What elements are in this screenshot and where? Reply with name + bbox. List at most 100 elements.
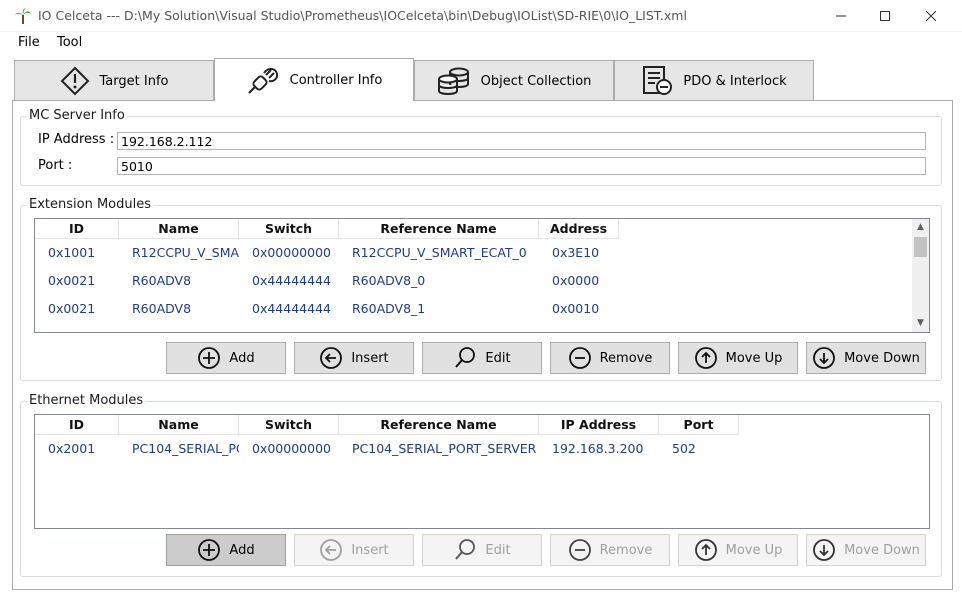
cell-switch: 0x00000000: [252, 245, 331, 260]
arrow-up-circle-icon: [694, 539, 717, 561]
arrow-left-circle-icon: [320, 539, 343, 561]
tab-pdo-interlock[interactable]: PDO & Interlock: [614, 60, 814, 101]
window-title: IO Celceta --- D:\My Solution\Visual Stu…: [38, 8, 687, 23]
button-label: Edit: [485, 350, 511, 366]
group-title: Extension Modules: [27, 197, 153, 212]
add-ethernet-button[interactable]: Add: [166, 534, 286, 566]
button-label: Move Down: [844, 350, 920, 366]
column-header[interactable]: ID: [35, 219, 119, 239]
arrow-down-circle-icon: [813, 539, 835, 561]
button-label: Remove: [599, 542, 653, 558]
button-label: Move Up: [725, 542, 783, 558]
column-header[interactable]: Reference Name: [339, 415, 539, 435]
button-label: Remove: [599, 350, 653, 366]
cell-switch: 0x44444444: [252, 301, 331, 316]
cell-reference-name: R60ADV8_1: [352, 301, 426, 316]
tab-label: Target Info: [99, 73, 169, 89]
move-up-ethernet-button[interactable]: Move Up: [678, 534, 798, 566]
insert-extension-button[interactable]: Insert: [294, 342, 414, 374]
cell-id: 0x2001: [48, 441, 96, 456]
close-button[interactable]: [908, 0, 954, 31]
plug-icon: [247, 68, 278, 94]
extension-modules-grid[interactable]: ID Name Switch Reference Name Address 0x…: [34, 218, 930, 333]
grid-header: ID Name Switch Reference Name IP Address…: [35, 415, 739, 435]
button-label: Add: [229, 542, 255, 558]
arrow-down-circle-icon: [813, 347, 835, 369]
cell-id: 0x1001: [48, 245, 96, 260]
tab-label: Object Collection: [480, 73, 592, 89]
column-header[interactable]: ID: [35, 415, 119, 435]
tab-label: Controller Info: [289, 72, 383, 88]
cell-name: R60ADV8: [132, 273, 192, 288]
maximize-icon: [880, 10, 890, 21]
tab-controller-info[interactable]: Controller Info: [214, 58, 414, 101]
button-label: Add: [229, 350, 255, 366]
minimize-icon: [836, 15, 846, 16]
ip-address-label: IP Address :: [38, 132, 115, 147]
remove-ethernet-button[interactable]: Remove: [550, 534, 670, 566]
remove-extension-button[interactable]: Remove: [550, 342, 670, 374]
insert-ethernet-button[interactable]: Insert: [294, 534, 414, 566]
column-header[interactable]: Reference Name: [339, 219, 539, 239]
warning-diamond-icon: [60, 66, 89, 96]
move-down-extension-button[interactable]: Move Down: [806, 342, 926, 374]
edit-extension-button[interactable]: Edit: [422, 342, 542, 374]
cell-id: 0x0021: [48, 301, 96, 316]
tab-target-info[interactable]: Target Info: [14, 60, 214, 101]
column-header[interactable]: Name: [119, 415, 239, 435]
column-header[interactable]: Address: [539, 219, 619, 239]
button-label: Insert: [351, 350, 389, 366]
button-label: Insert: [351, 542, 389, 558]
column-header[interactable]: IP Address: [539, 415, 659, 435]
vertical-scrollbar[interactable]: ▲ ▼: [912, 219, 929, 332]
menu-bar: File Tool: [0, 32, 962, 54]
port-label: Port :: [38, 158, 73, 173]
cell-reference-name: PC104_SERIAL_PORT_SERVER: [352, 441, 537, 456]
port-input[interactable]: [117, 157, 926, 175]
grid-header: ID Name Switch Reference Name Address: [35, 219, 619, 239]
ethernet-modules-grid[interactable]: ID Name Switch Reference Name IP Address…: [34, 414, 930, 529]
column-header[interactable]: Switch: [239, 219, 339, 239]
scroll-up-icon[interactable]: ▲: [912, 219, 929, 236]
cell-reference-name: R60ADV8_0: [352, 273, 426, 288]
extension-modules-group: Extension Modules ID Name Switch Referen…: [20, 197, 942, 381]
menu-file[interactable]: File: [18, 35, 40, 50]
button-label: Move Down: [844, 542, 920, 558]
cell-switch: 0x44444444: [252, 273, 331, 288]
button-label: Move Up: [725, 350, 783, 366]
maximize-button[interactable]: [862, 0, 908, 31]
column-header[interactable]: Port: [659, 415, 739, 435]
move-down-ethernet-button[interactable]: Move Down: [806, 534, 926, 566]
tab-label: PDO & Interlock: [683, 73, 787, 89]
edit-ethernet-button[interactable]: Edit: [422, 534, 542, 566]
mc-server-group: MC Server Info IP Address : Port :: [20, 108, 942, 186]
table-row[interactable]: 0x0021 R60ADV8 0x44444444 R60ADV8_1 0x00…: [35, 295, 619, 323]
column-header[interactable]: Name: [119, 219, 239, 239]
group-title: MC Server Info: [27, 108, 127, 123]
cell-address: 0x0000: [552, 273, 600, 288]
database-icon: [437, 67, 469, 95]
minus-circle-icon: [568, 347, 591, 369]
menu-tool[interactable]: Tool: [57, 35, 82, 50]
scroll-down-icon[interactable]: ▼: [912, 315, 929, 332]
cell-reference-name: R12CCPU_V_SMART_ECAT_0: [352, 245, 527, 260]
tab-object-collection[interactable]: Object Collection: [414, 60, 614, 101]
table-row[interactable]: 0x0021 R60ADV8 0x44444444 R60ADV8_0 0x00…: [35, 267, 619, 295]
table-row[interactable]: 0x1001 R12CCPU_V_SMA 0x00000000 R12CCPU_…: [35, 239, 619, 267]
cell-name: PC104_SERIAL_PC: [132, 441, 239, 456]
scrollbar-thumb[interactable]: [914, 237, 927, 257]
move-up-extension-button[interactable]: Move Up: [678, 342, 798, 374]
cell-ip-address: 192.168.3.200: [552, 441, 644, 456]
title-bar: IO Celceta --- D:\My Solution\Visual Stu…: [0, 0, 962, 32]
column-header[interactable]: Switch: [239, 415, 339, 435]
ip-address-input[interactable]: [117, 132, 926, 150]
cell-name: R60ADV8: [132, 301, 192, 316]
controller-info-panel: MC Server Info IP Address : Port : Exten…: [12, 100, 953, 590]
minus-circle-icon: [568, 539, 591, 561]
minimize-button[interactable]: [818, 0, 864, 31]
add-extension-button[interactable]: Add: [166, 342, 286, 374]
table-row[interactable]: 0x2001 PC104_SERIAL_PC 0x00000000 PC104_…: [35, 435, 739, 463]
group-title: Ethernet Modules: [27, 393, 146, 408]
cell-port: 502: [672, 441, 696, 456]
arrow-up-circle-icon: [694, 347, 717, 369]
